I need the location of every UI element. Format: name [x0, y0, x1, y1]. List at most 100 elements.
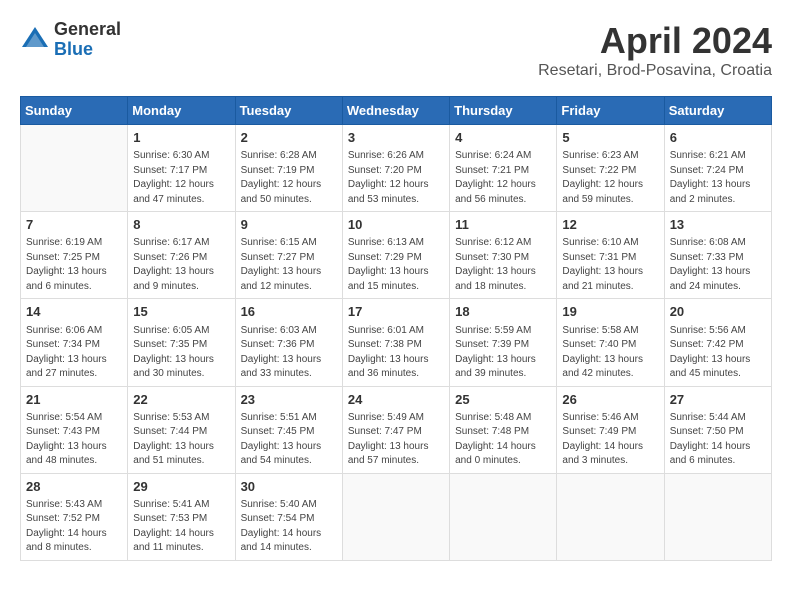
calendar-cell: 8Sunrise: 6:17 AM Sunset: 7:26 PM Daylig…: [128, 212, 235, 299]
calendar-cell: 5 Sunrise: 6:23 AM Sunset: 7:22 PM Daylig…: [557, 125, 664, 212]
day-info: Sunrise: 5:44 AM Sunset: 7:50 PM Dayligh…: [670, 411, 766, 469]
logo-icon: [20, 25, 50, 55]
calendar-cell: 6 Sunrise: 6:21 AM Sunset: 7:24 PM Daylig…: [664, 125, 771, 212]
weekday-header: Wednesday: [342, 97, 449, 125]
calendar-week-row: 1 Sunrise: 6:30 AM Sunset: 7:17 PM Daylig…: [21, 125, 772, 212]
day-info: Sunrise: 6:06 AM Sunset: 7:34 PM Dayligh…: [26, 324, 122, 382]
calendar-cell: 13 Sunrise: 6:08 AM Sunset: 7:33 PM Dayli…: [664, 212, 771, 299]
day-info: Sunrise: 6:10 AM Sunset: 7:31 PM Dayligh…: [562, 236, 658, 294]
calendar-cell: 23 Sunrise: 5:51 AM Sunset: 7:45 PM Dayli…: [235, 386, 342, 473]
calendar-cell: 26 Sunrise: 5:46 AM Sunset: 7:49 PM Dayli…: [557, 386, 664, 473]
logo-blue: Blue: [54, 40, 121, 60]
weekday-header: Sunday: [21, 97, 128, 125]
day-info: Sunrise: 5:41 AM Sunset: 7:53 PM Dayligh…: [133, 498, 229, 556]
calendar-cell: 11 Sunrise: 6:12 AM Sunset: 7:30 PM Dayli…: [450, 212, 557, 299]
weekday-header: Friday: [557, 97, 664, 125]
day-number: 18: [455, 303, 551, 321]
day-info: Sunrise: 6:01 AM Sunset: 7:38 PM Dayligh…: [348, 324, 444, 382]
day-info: Sunrise: 5:54 AM Sunset: 7:43 PM Dayligh…: [26, 411, 122, 469]
day-number: 4: [455, 129, 551, 147]
calendar-cell: 27Sunrise: 5:44 AM Sunset: 7:50 PM Dayli…: [664, 386, 771, 473]
day-number: 10: [348, 216, 444, 234]
day-info: Sunrise: 6:28 AM Sunset: 7:19 PM Dayligh…: [241, 149, 337, 207]
calendar-cell: 2 Sunrise: 6:28 AM Sunset: 7:19 PM Daylig…: [235, 125, 342, 212]
weekday-header: Saturday: [664, 97, 771, 125]
day-number: 26: [562, 391, 658, 409]
day-number: 28: [26, 478, 122, 496]
calendar-cell: 3Sunrise: 6:26 AM Sunset: 7:20 PM Daylig…: [342, 125, 449, 212]
day-number: 2: [241, 129, 337, 147]
calendar-cell: 21 Sunrise: 5:54 AM Sunset: 7:43 PM Dayli…: [21, 386, 128, 473]
day-number: 9: [241, 216, 337, 234]
day-info: Sunrise: 6:08 AM Sunset: 7:33 PM Dayligh…: [670, 236, 766, 294]
calendar-cell: 16 Sunrise: 6:03 AM Sunset: 7:36 PM Dayli…: [235, 299, 342, 386]
calendar-cell: 9 Sunrise: 6:15 AM Sunset: 7:27 PM Daylig…: [235, 212, 342, 299]
calendar-cell: [664, 473, 771, 560]
weekday-header: Monday: [128, 97, 235, 125]
calendar-cell: 14 Sunrise: 6:06 AM Sunset: 7:34 PM Dayli…: [21, 299, 128, 386]
day-info: Sunrise: 5:53 AM Sunset: 7:44 PM Dayligh…: [133, 411, 229, 469]
day-info: Sunrise: 6:05 AM Sunset: 7:35 PM Dayligh…: [133, 324, 229, 382]
day-info: Sunrise: 6:23 AM Sunset: 7:22 PM Dayligh…: [562, 149, 658, 207]
day-number: 16: [241, 303, 337, 321]
calendar-cell: 1 Sunrise: 6:30 AM Sunset: 7:17 PM Daylig…: [128, 125, 235, 212]
day-info: Sunrise: 5:51 AM Sunset: 7:45 PM Dayligh…: [241, 411, 337, 469]
day-info: Sunrise: 6:15 AM Sunset: 7:27 PM Dayligh…: [241, 236, 337, 294]
calendar-cell: 29 Sunrise: 5:41 AM Sunset: 7:53 PM Dayli…: [128, 473, 235, 560]
title-section: April 2024 Resetari, Brod-Posavina, Croa…: [538, 20, 772, 80]
calendar-cell: [342, 473, 449, 560]
day-number: 22: [133, 391, 229, 409]
calendar-cell: 24 Sunrise: 5:49 AM Sunset: 7:47 PM Dayli…: [342, 386, 449, 473]
calendar-cell: 22 Sunrise: 5:53 AM Sunset: 7:44 PM Dayli…: [128, 386, 235, 473]
calendar-table: SundayMondayTuesdayWednesdayThursdayFrid…: [20, 96, 772, 561]
day-number: 1: [133, 129, 229, 147]
weekday-header: Thursday: [450, 97, 557, 125]
calendar-cell: 18 Sunrise: 5:59 AM Sunset: 7:39 PM Dayli…: [450, 299, 557, 386]
calendar-cell: [557, 473, 664, 560]
day-info: Sunrise: 5:49 AM Sunset: 7:47 PM Dayligh…: [348, 411, 444, 469]
day-number: 3: [348, 129, 444, 147]
day-info: Sunrise: 5:43 AM Sunset: 7:52 PM Dayligh…: [26, 498, 122, 556]
day-info: Sunrise: 5:46 AM Sunset: 7:49 PM Dayligh…: [562, 411, 658, 469]
calendar-week-row: 28 Sunrise: 5:43 AM Sunset: 7:52 PM Dayli…: [21, 473, 772, 560]
day-info: Sunrise: 6:19 AM Sunset: 7:25 PM Dayligh…: [26, 236, 122, 294]
day-info: Sunrise: 6:13 AM Sunset: 7:29 PM Dayligh…: [348, 236, 444, 294]
day-number: 5: [562, 129, 658, 147]
day-info: Sunrise: 6:12 AM Sunset: 7:30 PM Dayligh…: [455, 236, 551, 294]
calendar-cell: 25Sunrise: 5:48 AM Sunset: 7:48 PM Dayli…: [450, 386, 557, 473]
day-info: Sunrise: 6:03 AM Sunset: 7:36 PM Dayligh…: [241, 324, 337, 382]
calendar-cell: 17Sunrise: 6:01 AM Sunset: 7:38 PM Dayli…: [342, 299, 449, 386]
day-number: 24: [348, 391, 444, 409]
day-info: Sunrise: 6:24 AM Sunset: 7:21 PM Dayligh…: [455, 149, 551, 207]
location-subtitle: Resetari, Brod-Posavina, Croatia: [538, 62, 772, 80]
logo-text: General Blue: [54, 20, 121, 60]
logo: General Blue: [20, 20, 121, 60]
calendar-cell: 28 Sunrise: 5:43 AM Sunset: 7:52 PM Dayli…: [21, 473, 128, 560]
day-info: Sunrise: 5:59 AM Sunset: 7:39 PM Dayligh…: [455, 324, 551, 382]
day-number: 20: [670, 303, 766, 321]
day-number: 14: [26, 303, 122, 321]
day-number: 7: [26, 216, 122, 234]
calendar-week-row: 21 Sunrise: 5:54 AM Sunset: 7:43 PM Dayli…: [21, 386, 772, 473]
day-number: 6: [670, 129, 766, 147]
day-number: 29: [133, 478, 229, 496]
day-number: 11: [455, 216, 551, 234]
day-info: Sunrise: 5:58 AM Sunset: 7:40 PM Dayligh…: [562, 324, 658, 382]
day-number: 30: [241, 478, 337, 496]
day-number: 19: [562, 303, 658, 321]
calendar-cell: 15 Sunrise: 6:05 AM Sunset: 7:35 PM Dayli…: [128, 299, 235, 386]
day-number: 23: [241, 391, 337, 409]
calendar-week-row: 7 Sunrise: 6:19 AM Sunset: 7:25 PM Daylig…: [21, 212, 772, 299]
day-number: 21: [26, 391, 122, 409]
calendar-cell: 19 Sunrise: 5:58 AM Sunset: 7:40 PM Dayli…: [557, 299, 664, 386]
page-header: General Blue April 2024 Resetari, Brod-P…: [20, 20, 772, 80]
day-info: Sunrise: 6:30 AM Sunset: 7:17 PM Dayligh…: [133, 149, 229, 207]
day-info: Sunrise: 6:17 AM Sunset: 7:26 PM Dayligh…: [133, 236, 229, 294]
day-number: 13: [670, 216, 766, 234]
calendar-cell: 20Sunrise: 5:56 AM Sunset: 7:42 PM Dayli…: [664, 299, 771, 386]
day-number: 15: [133, 303, 229, 321]
day-info: Sunrise: 6:21 AM Sunset: 7:24 PM Dayligh…: [670, 149, 766, 207]
month-title: April 2024: [538, 20, 772, 62]
logo-general: General: [54, 20, 121, 40]
calendar-week-row: 14 Sunrise: 6:06 AM Sunset: 7:34 PM Dayli…: [21, 299, 772, 386]
